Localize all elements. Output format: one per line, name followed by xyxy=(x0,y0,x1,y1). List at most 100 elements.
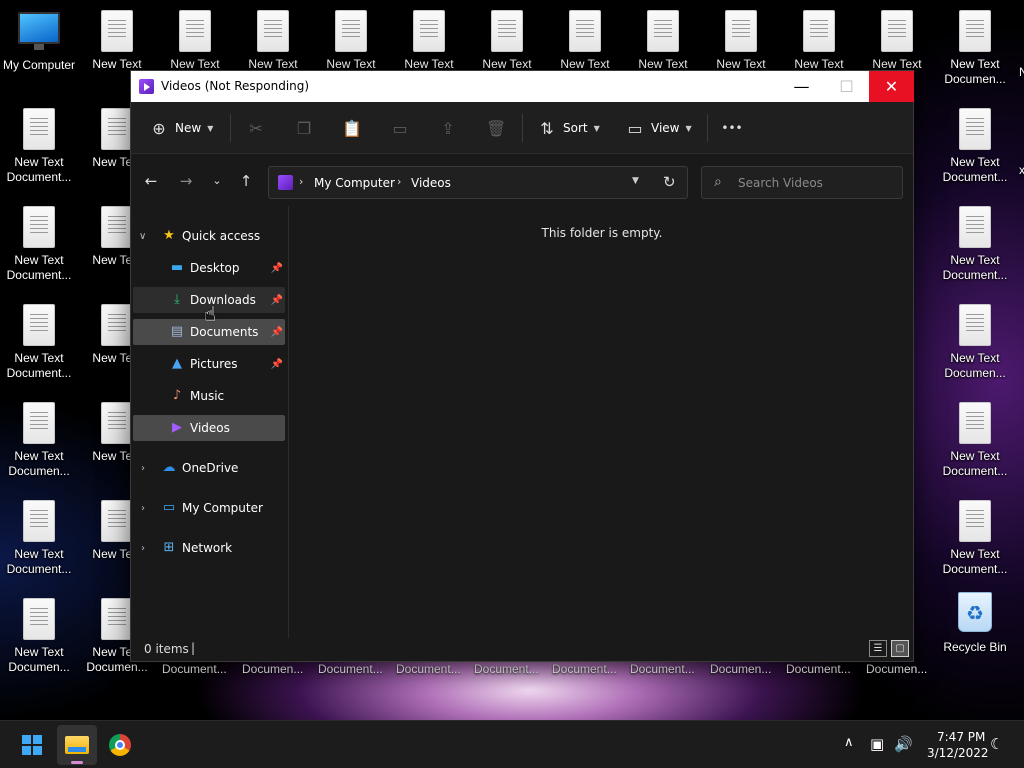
pin-icon[interactable]: 📌 xyxy=(271,327,283,338)
taskbar-file-explorer[interactable] xyxy=(57,725,97,765)
nav-item-videos[interactable]: ▶ Videos xyxy=(133,415,285,441)
desktop-icon-text-document[interactable]: New Text Document... xyxy=(936,392,1014,488)
text-document-icon xyxy=(959,402,991,444)
text-document-icon xyxy=(101,108,133,150)
nav-item-network[interactable]: › ⊞ Network xyxy=(133,535,285,561)
text-document-icon xyxy=(23,304,55,346)
share-button[interactable]: ⇪ xyxy=(438,116,458,140)
new-button[interactable]: ⊕ New ▼ xyxy=(149,116,213,140)
documents-folder-icon: ▤ xyxy=(170,324,184,339)
clock-date[interactable]: 3/12/2022 xyxy=(927,746,989,760)
show-hidden-icons-chevron-up-icon[interactable]: ∧ xyxy=(844,735,854,750)
chevron-down-icon: ▼ xyxy=(593,123,600,133)
recent-locations-button[interactable]: ⌄ xyxy=(206,170,228,192)
details-view-button[interactable]: ☰ xyxy=(869,640,887,657)
delete-button[interactable]: 🗑 xyxy=(486,116,506,140)
view-button[interactable]: ▭ View ▼ xyxy=(625,116,691,140)
desktop-icon-label: Document... xyxy=(942,562,1008,576)
music-note-icon: ♪ xyxy=(172,388,182,403)
desktop-icon-text-document[interactable]: New Text Document... xyxy=(936,490,1014,586)
focus-assist-moon-icon[interactable]: ☾ xyxy=(990,735,1003,753)
sort-button-label: Sort xyxy=(563,121,588,135)
breadcrumb-videos[interactable]: Videos xyxy=(411,176,451,190)
text-document-icon xyxy=(23,500,55,542)
pin-icon[interactable]: 📌 xyxy=(271,359,283,370)
taskbar-chrome[interactable] xyxy=(100,725,140,765)
desktop-icon-recycle-bin[interactable]: ♻ Recycle Bin xyxy=(936,592,1014,688)
download-arrow-icon: ⤓ xyxy=(174,292,180,307)
see-more-button[interactable]: ••• xyxy=(721,116,743,140)
file-list-area[interactable]: This folder is empty. xyxy=(291,206,913,638)
desktop-icon-text-document[interactable]: New Text Document... xyxy=(0,196,78,292)
desktop-icon-label: New Text xyxy=(950,449,1000,463)
desktop-icon-label-partial: xt xyxy=(1019,163,1024,177)
desktop-icon-text-document[interactable]: New Text Document... xyxy=(0,98,78,194)
desktop-icon-label: Document... xyxy=(6,366,72,380)
chevron-right-icon[interactable]: › xyxy=(141,543,145,554)
search-input[interactable] xyxy=(738,174,888,192)
rename-button[interactable]: ▭ xyxy=(390,116,410,140)
pin-icon[interactable]: 📌 xyxy=(271,263,283,274)
volume-icon[interactable]: 🔊 xyxy=(894,735,913,753)
desktop-icon-my-computer[interactable]: My Computer xyxy=(0,0,78,96)
text-document-icon xyxy=(23,598,55,640)
refresh-icon[interactable]: ↻ xyxy=(663,173,676,191)
more-dots-icon: ••• xyxy=(721,121,743,135)
pin-icon[interactable]: 📌 xyxy=(271,295,283,306)
desktop-icon-text-document[interactable]: New Text Document... xyxy=(0,294,78,390)
chevron-down-icon[interactable]: ∨ xyxy=(139,231,146,242)
text-document-icon xyxy=(101,598,133,640)
paste-button[interactable]: 📋 xyxy=(342,116,362,140)
minimize-button[interactable]: — xyxy=(779,71,824,102)
search-box[interactable]: ⌕ xyxy=(701,166,903,199)
nav-item-music[interactable]: ♪ Music xyxy=(133,383,285,409)
nav-item-label: Documents xyxy=(190,325,259,339)
desktop-icon-text-document[interactable]: New Text Documen... xyxy=(0,392,78,488)
text-document-icon xyxy=(959,304,991,346)
desktop-icon-label: New Text xyxy=(14,253,64,267)
copy-button[interactable]: ❐ xyxy=(294,116,314,140)
desktop-icon-text-document[interactable]: New Text Documen... xyxy=(936,294,1014,390)
cut-button[interactable]: ✂ xyxy=(246,116,266,140)
nav-item-my-computer[interactable]: › ▭ My Computer xyxy=(133,495,285,521)
text-document-icon xyxy=(179,10,211,52)
clock-time[interactable]: 7:47 PM xyxy=(937,730,985,744)
back-button[interactable]: ← xyxy=(140,170,162,192)
plus-circle-icon: ⊕ xyxy=(152,118,166,138)
hand-cursor-icon: ☝ xyxy=(204,302,217,326)
text-document-icon xyxy=(101,304,133,346)
file-explorer-window[interactable]: Videos (Not Responding) — ☐ ✕ ⊕ New ▼ ✂ … xyxy=(130,70,914,662)
maximize-button[interactable]: ☐ xyxy=(824,71,869,102)
tiles-view-button[interactable]: ▢ xyxy=(891,640,909,657)
chevron-right-icon[interactable]: › xyxy=(141,503,145,514)
running-indicator xyxy=(71,761,83,764)
nav-item-onedrive[interactable]: › ☁ OneDrive xyxy=(133,455,285,481)
desktop-icon-label: Document... xyxy=(942,464,1008,478)
network-status-icon[interactable]: ▣ xyxy=(870,735,884,753)
view-button-label: View xyxy=(651,121,680,135)
text-document-icon xyxy=(101,206,133,248)
desktop-icon-text-document[interactable]: New Text Document... xyxy=(0,490,78,586)
title-bar[interactable]: Videos (Not Responding) — ☐ ✕ xyxy=(131,71,914,102)
desktop-icon-text-document[interactable]: New Text Documen... xyxy=(936,0,1014,96)
status-bar: 0 items | ☰ ▢ xyxy=(131,637,913,661)
desktop-icon-label: Document... xyxy=(6,562,72,576)
up-button[interactable]: ↑ xyxy=(235,170,257,192)
text-document-icon xyxy=(647,10,679,52)
desktop-icon-text-document[interactable]: New Text Documen... xyxy=(0,588,78,684)
address-history-dropdown[interactable]: ▼ xyxy=(632,176,639,186)
nav-item-pictures[interactable]: ▲ Pictures 📌 xyxy=(133,351,285,377)
address-bar[interactable]: › My Computer › Videos ▼ ↻ xyxy=(268,166,688,199)
start-button[interactable] xyxy=(12,725,52,765)
empty-folder-message: This folder is empty. xyxy=(541,226,663,240)
text-document-icon xyxy=(803,10,835,52)
nav-item-desktop[interactable]: ▬ Desktop 📌 xyxy=(133,255,285,281)
nav-item-quick-access[interactable]: ∨ ★ Quick access xyxy=(133,223,285,249)
desktop-icon-text-document[interactable]: New Text Document... xyxy=(936,196,1014,292)
desktop-icon-text-document[interactable]: New Text Document... xyxy=(936,98,1014,194)
chevron-right-icon[interactable]: › xyxy=(141,463,145,474)
close-button[interactable]: ✕ xyxy=(869,71,914,102)
forward-button[interactable]: → xyxy=(175,170,197,192)
sort-button[interactable]: ⇅ Sort ▼ xyxy=(537,116,600,140)
breadcrumb-my-computer[interactable]: My Computer xyxy=(314,176,395,190)
